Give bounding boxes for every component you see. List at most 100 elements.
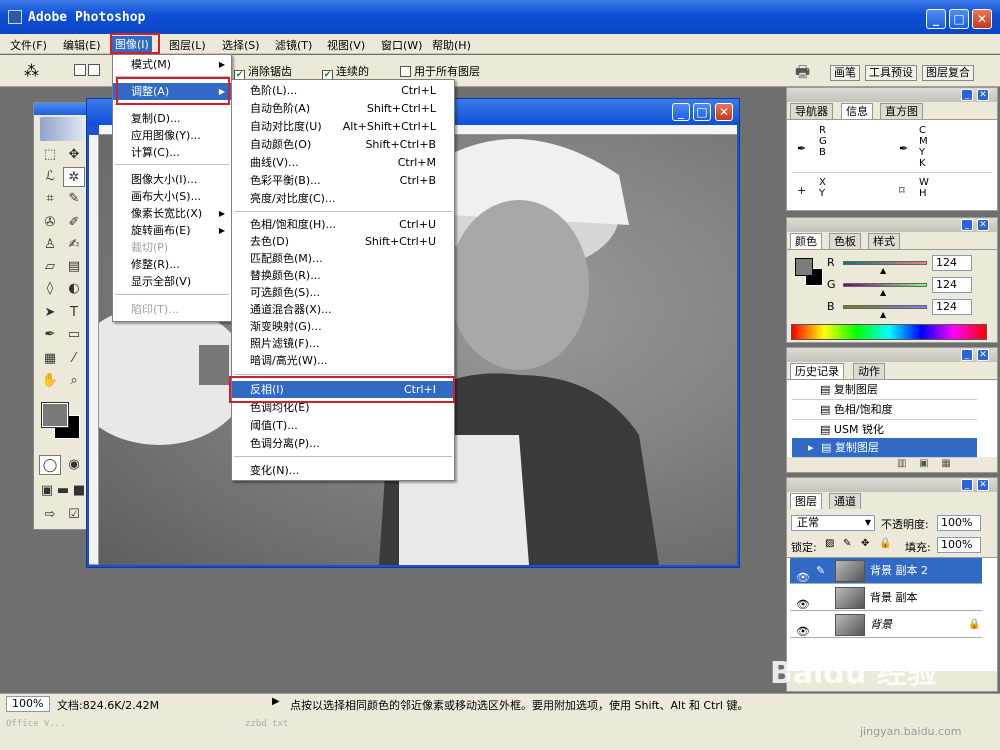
menu-help[interactable]: 帮助(H) <box>432 37 471 53</box>
eye-visibility-icon[interactable]: 👁 <box>796 619 810 645</box>
healing-brush-icon[interactable]: ✇ <box>39 213 61 233</box>
panel-close-button[interactable]: ✕ <box>977 89 989 101</box>
blue-value-input[interactable]: 124 <box>932 299 972 315</box>
lock-paint-icon[interactable]: ✎ <box>843 538 851 549</box>
blend-mode-select[interactable]: 正常 ▼ <box>791 515 875 531</box>
tab-actions[interactable]: 动作 <box>853 363 885 379</box>
notes-tool-icon[interactable]: ▦ <box>39 349 61 369</box>
shape-tool-icon[interactable]: ▭ <box>63 325 85 345</box>
adjust-auto-levels[interactable]: 自动色阶(A) Shift+Ctrl+L <box>232 100 454 117</box>
doc-close-button[interactable]: ✕ <box>715 103 733 121</box>
menu-item-crop[interactable]: 裁切(P) <box>113 239 231 256</box>
blue-slider[interactable] <box>843 305 927 309</box>
adjust-hue-saturation[interactable]: 色相/饱和度(H)... Ctrl+U <box>232 216 454 233</box>
menu-select[interactable]: 选择(S) <box>222 37 260 53</box>
marquee-tool-icon[interactable]: ⬚ <box>39 145 61 165</box>
move-tool-icon[interactable]: ✥ <box>63 145 85 165</box>
menu-layer[interactable]: 图层(L) <box>169 37 206 53</box>
menu-item-image-size[interactable]: 图像大小(I)... <box>113 171 231 188</box>
trash-icon[interactable]: ▦ <box>941 458 950 469</box>
lock-transparency-icon[interactable]: ▨ <box>825 538 834 549</box>
add-selection-icon[interactable] <box>88 64 100 76</box>
zoom-input[interactable]: 100% <box>6 696 50 712</box>
slider-thumb-icon[interactable]: ▲ <box>880 310 886 319</box>
crop-tool-icon[interactable]: ⌗ <box>39 189 61 209</box>
green-slider[interactable] <box>843 283 927 287</box>
panel-close-button[interactable]: ✕ <box>977 479 989 491</box>
gradient-tool-icon[interactable]: ▤ <box>63 257 85 277</box>
tab-navigator[interactable]: 导航器 <box>790 103 833 119</box>
red-value-input[interactable]: 124 <box>932 255 972 271</box>
tab-history[interactable]: 历史记录 <box>790 363 844 379</box>
color-fg-swatch[interactable] <box>795 258 813 276</box>
tab-tool-presets[interactable]: 工具预设 <box>865 65 917 81</box>
green-value-input[interactable]: 124 <box>932 277 972 293</box>
taskbar-item-left[interactable]: Office V... <box>6 719 66 729</box>
panel-minimize-button[interactable]: _ <box>961 349 973 361</box>
type-tool-icon[interactable]: T <box>63 303 85 323</box>
minimize-button[interactable]: _ <box>926 9 946 29</box>
tab-layers[interactable]: 图层 <box>790 493 822 509</box>
menu-filter[interactable]: 滤镜(T) <box>275 37 312 53</box>
fill-input[interactable]: 100% <box>937 537 981 553</box>
menu-item-pixel-aspect[interactable]: 像素长宽比(X) ▶ <box>113 205 231 222</box>
adjust-equalize[interactable]: 色调均化(E) <box>232 399 454 416</box>
quick-mask-icon[interactable]: ◉ <box>63 455 85 475</box>
hand-tool-icon[interactable]: ✋ <box>39 371 61 391</box>
red-slider[interactable] <box>843 261 927 265</box>
menu-item-trap[interactable]: 陷印(T)... <box>113 301 231 318</box>
printer-icon[interactable]: 🖶 <box>795 61 810 88</box>
lock-move-icon[interactable]: ✥ <box>861 538 869 549</box>
new-selection-icon[interactable] <box>74 64 86 76</box>
adjust-shadow-highlight[interactable]: 暗调/高光(W)... <box>232 352 454 369</box>
panel-minimize-button[interactable]: _ <box>961 479 973 491</box>
panel-minimize-button[interactable]: _ <box>961 89 973 101</box>
snapshot-icon[interactable]: ▣ <box>919 458 928 469</box>
path-select-icon[interactable]: ➤ <box>39 303 61 323</box>
panel-close-button[interactable]: ✕ <box>977 349 989 361</box>
magic-wand-icon[interactable]: ⁂ <box>24 62 39 80</box>
history-brush-icon[interactable]: ✍ <box>63 235 85 255</box>
dodge-tool-icon[interactable]: ◐ <box>63 279 85 299</box>
pen-tool-icon[interactable]: ✒ <box>39 325 61 345</box>
menu-file[interactable]: 文件(F) <box>10 37 47 53</box>
layer-row[interactable]: 👁 背景 副本 <box>790 585 982 611</box>
menu-item-mode[interactable]: 模式(M) ▶ <box>113 56 231 73</box>
eyedropper-tool-icon[interactable]: ⁄ <box>63 349 85 369</box>
slider-thumb-icon[interactable]: ▲ <box>880 266 886 275</box>
adjust-photo-filter[interactable]: 照片滤镜(F)... <box>232 335 454 352</box>
adjust-channel-mixer[interactable]: 通道混合器(X)... <box>232 301 454 318</box>
magic-wand-tool-icon[interactable]: ✲ <box>63 167 85 187</box>
opacity-input[interactable]: 100% <box>937 515 981 531</box>
layer-name[interactable]: 背景 副本 2 <box>870 558 928 584</box>
zoom-tool-icon[interactable]: ⌕ <box>63 371 85 391</box>
menu-window[interactable]: 窗口(W) <box>381 37 422 53</box>
color-spectrum-bar[interactable] <box>791 324 987 340</box>
tab-color[interactable]: 颜色 <box>790 233 822 249</box>
adjust-replace-color[interactable]: 替换颜色(R)... <box>232 267 454 284</box>
layer-name[interactable]: 背景 副本 <box>870 585 918 611</box>
menu-item-trim[interactable]: 修整(R)... <box>113 256 231 273</box>
layer-row[interactable]: 👁 背景 🔒 <box>790 612 982 638</box>
tab-info[interactable]: 信息 <box>841 103 873 119</box>
tab-layer-comps[interactable]: 图层复合 <box>922 65 974 81</box>
adjust-match-color[interactable]: 匹配颜色(M)... <box>232 250 454 267</box>
menu-edit[interactable]: 编辑(E) <box>63 37 101 53</box>
adjust-invert[interactable]: 反相(I) Ctrl+I <box>232 381 454 398</box>
menu-item-reveal-all[interactable]: 显示全部(V) <box>113 273 231 290</box>
lock-all-icon[interactable]: 🔒 <box>879 538 891 549</box>
menu-item-duplicate[interactable]: 复制(D)... <box>113 110 231 127</box>
clone-stamp-icon[interactable]: ♙ <box>39 235 61 255</box>
tab-brushes[interactable]: 画笔 <box>830 65 860 81</box>
menu-item-adjust[interactable]: 调整(A) ▶ <box>113 83 231 100</box>
adjust-levels[interactable]: 色阶(L)... Ctrl+L <box>232 82 454 99</box>
layer-row-selected[interactable]: 👁 ✎ 背景 副本 2 <box>790 558 982 584</box>
menu-image[interactable]: 图像(I) <box>112 36 152 52</box>
imageready-jump-icon[interactable]: ⇨ <box>39 505 61 525</box>
menu-item-canvas-size[interactable]: 画布大小(S)... <box>113 188 231 205</box>
adjust-curves[interactable]: 曲线(V)... Ctrl+M <box>232 154 454 171</box>
menu-view[interactable]: 视图(V) <box>327 37 365 53</box>
history-item[interactable]: ▤ USM 锐化 <box>792 420 977 440</box>
menu-item-apply-image[interactable]: 应用图像(Y)... <box>113 127 231 144</box>
adjust-auto-contrast[interactable]: 自动对比度(U) Alt+Shift+Ctrl+L <box>232 118 454 135</box>
